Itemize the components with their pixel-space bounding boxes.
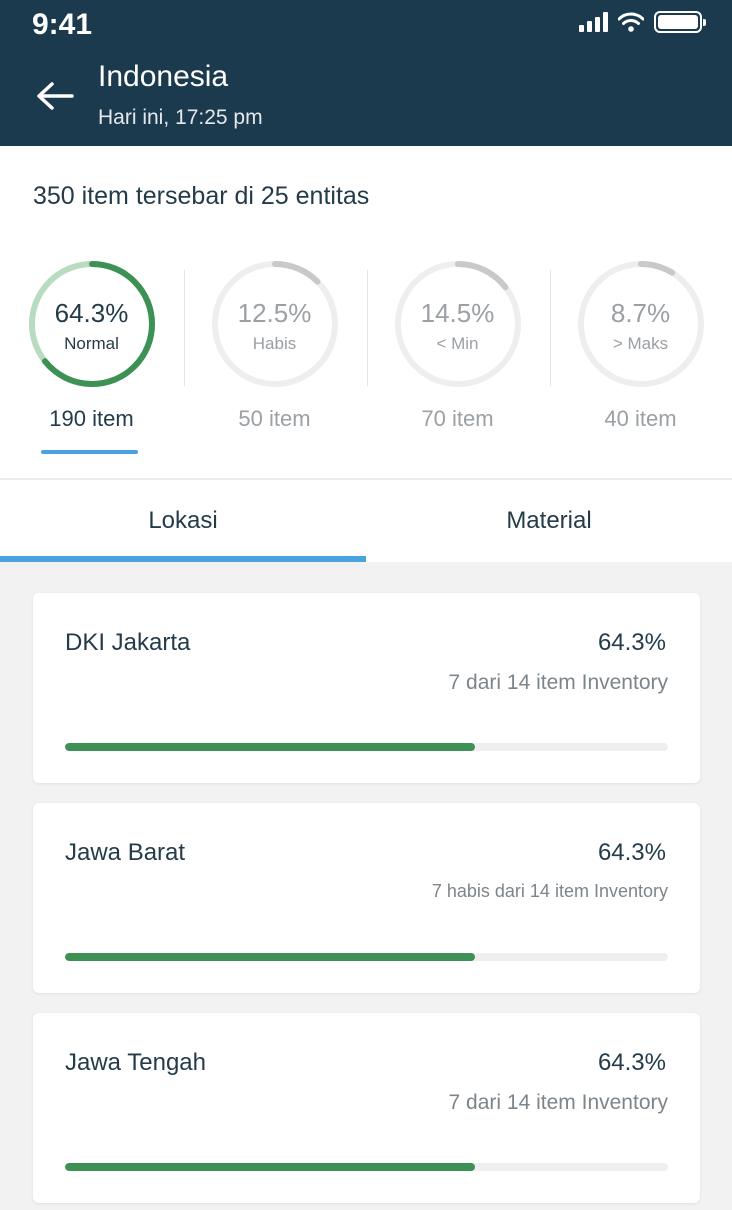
location-name: DKI Jakarta — [65, 629, 191, 656]
stat-label: Normal — [64, 334, 119, 353]
location-percent: 64.3% — [597, 1049, 666, 1076]
stat-label: > Maks — [612, 334, 669, 353]
stat-normal[interactable]: 64.3% Normal 190 item — [0, 258, 183, 468]
location-card[interactable]: DKI Jakarta 64.3% 7 dari 14 item Invento… — [33, 593, 700, 783]
progress-track — [65, 743, 668, 751]
stat-maks[interactable]: 8.7% > Maks 40 item — [549, 258, 732, 468]
stat-count: 70 item — [421, 406, 494, 431]
tab-material[interactable]: Material — [366, 480, 732, 562]
stat-habis[interactable]: 12.5% Habis 50 item — [183, 258, 366, 468]
stat-percent: 64.3% — [54, 298, 129, 328]
progress-bar — [65, 743, 476, 751]
back-button[interactable] — [36, 78, 76, 114]
location-detail: 7 dari 14 item Inventory — [448, 1091, 668, 1114]
summary-text: 350 item tersebar di 25 entitas — [33, 182, 370, 210]
location-detail: 7 habis dari 14 item Inventory — [431, 881, 668, 901]
active-tab-indicator — [0, 556, 366, 562]
stat-count: 40 item — [604, 406, 677, 431]
stat-count: 190 item — [49, 406, 134, 431]
stat-min[interactable]: 14.5% < Min 70 item — [366, 258, 549, 468]
app-header: 9:41 Indonesia Hari ini, 17:25 pm — [0, 0, 732, 146]
tab-lokasi[interactable]: Lokasi — [0, 480, 366, 562]
progress-bar — [65, 953, 476, 961]
page-subtitle: Hari ini, 17:25 pm — [98, 106, 263, 129]
status-time: 9:41 — [32, 8, 93, 41]
progress-bar — [65, 1163, 476, 1171]
location-name: Jawa Barat — [65, 839, 186, 866]
stat-count: 50 item — [238, 406, 311, 431]
page-title: Indonesia — [98, 60, 229, 93]
stat-percent: 8.7% — [610, 298, 671, 328]
location-card[interactable]: Jawa Barat 64.3% 7 habis dari 14 item In… — [33, 803, 700, 993]
location-name: Jawa Tengah — [65, 1049, 206, 1076]
location-detail: 7 dari 14 item Inventory — [448, 671, 668, 694]
location-percent: 64.3% — [597, 839, 666, 866]
progress-track — [65, 953, 668, 961]
progress-track — [65, 1163, 668, 1171]
location-percent: 64.3% — [597, 629, 666, 656]
stat-percent: 12.5% — [237, 298, 312, 328]
stat-percent: 14.5% — [420, 298, 495, 328]
active-stat-indicator — [41, 450, 138, 454]
status-icons — [579, 10, 706, 34]
wifi-icon — [618, 12, 644, 32]
battery-icon — [654, 11, 706, 33]
summary-panel: 350 item tersebar di 25 entitas 64.3% No… — [0, 146, 732, 478]
signal-icon — [579, 12, 608, 32]
arrow-left-icon — [37, 82, 74, 110]
stat-label: < Min — [436, 334, 479, 353]
location-card[interactable]: Jawa Tengah 64.3% 7 dari 14 item Invento… — [33, 1013, 700, 1203]
stat-label: Habis — [252, 334, 297, 353]
tab-bar: Lokasi Material — [0, 478, 732, 562]
